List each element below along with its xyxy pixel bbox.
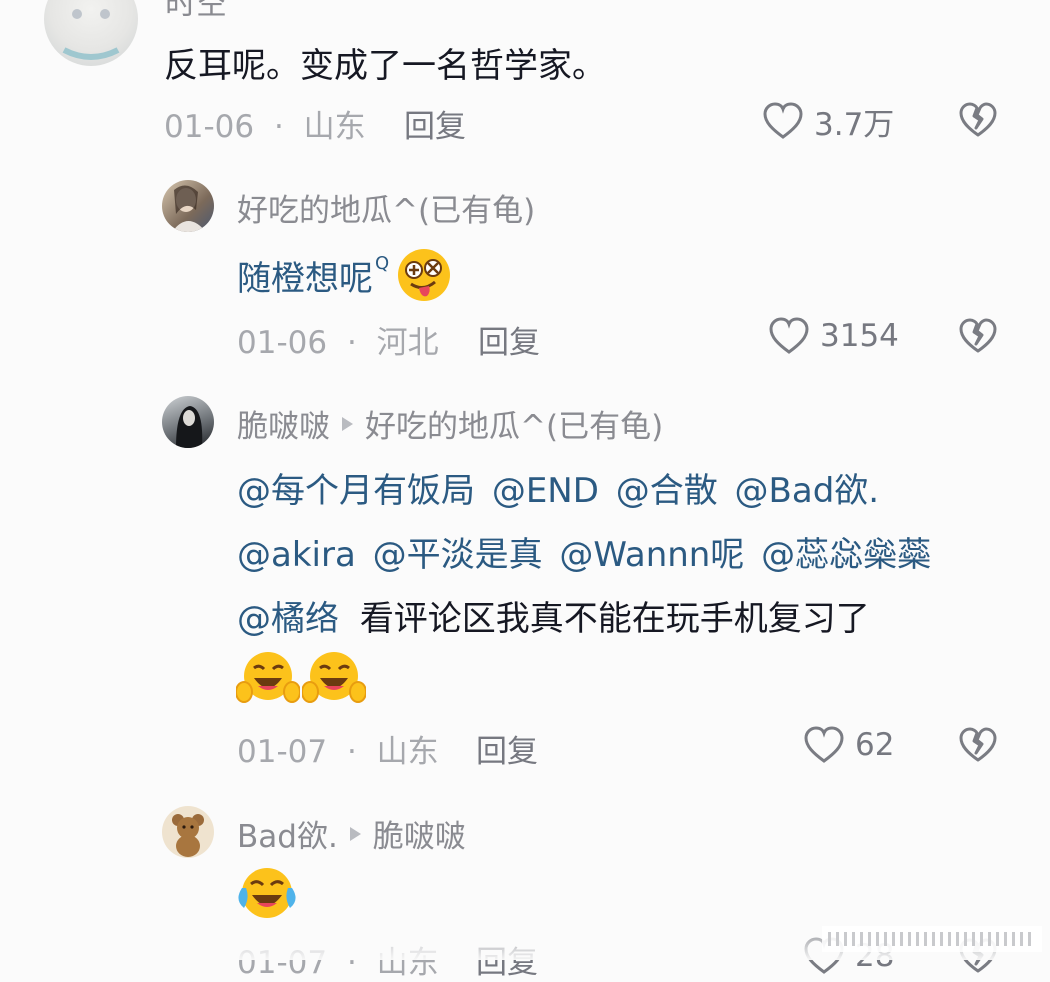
heart-icon [804, 726, 844, 763]
comment-text: 随橙想呢 [237, 258, 373, 299]
comment-text: 看评论区我真不能在玩手机复习了 [359, 599, 870, 639]
reply-button[interactable]: 回复 [476, 726, 538, 771]
comment-text: 反耳呢。变成了一名哲学家。 [164, 46, 606, 86]
dislike-icon [959, 102, 997, 137]
emoji-laugh [236, 652, 300, 703]
like-count: 3.7万 [814, 106, 895, 143]
comment-nickname[interactable]: 好吃的地瓜^(已有龟) [237, 185, 535, 230]
arrow-icon [342, 416, 353, 431]
mention-line: @每个月有饭局 @END @合散 @Bad欲. [237, 463, 879, 512]
comment-meta: 01-06 · 山东 [164, 101, 366, 146]
meta-separator: · [346, 734, 357, 770]
emoji-laugh [302, 652, 366, 703]
cat-avatar-image [62, 9, 120, 60]
teddy-avatar-image [172, 814, 204, 857]
comment-location: 河北 [376, 325, 439, 361]
meta-separator: · [273, 109, 284, 145]
mention[interactable]: @每个月有饭局 [237, 471, 475, 511]
comment-nickname[interactable]: 时空 [165, 0, 227, 23]
comment-location: 山东 [376, 734, 439, 770]
mention[interactable]: @akira [237, 535, 356, 575]
comment-location: 山东 [303, 109, 366, 145]
dislike-button[interactable] [958, 726, 998, 768]
like-button[interactable]: 62 [803, 722, 894, 768]
dislike-icon [959, 318, 997, 353]
mention[interactable]: @Wannn呢 [559, 535, 744, 575]
meta-separator: · [346, 325, 357, 361]
comment-text-line: @橘络 看评论区我真不能在玩手机复习了 [237, 591, 870, 640]
emoji-cry-laugh [238, 868, 296, 918]
dislike-icon [959, 727, 997, 762]
like-count: 3154 [820, 318, 899, 354]
dislike-button[interactable] [958, 317, 998, 359]
mention[interactable]: @平淡是真 [373, 535, 543, 575]
comment-nickname[interactable]: Bad欲. [237, 811, 338, 856]
comment-header: 脆啵啵 好吃的地瓜^(已有龟) [237, 401, 663, 446]
avatar[interactable] [162, 806, 214, 858]
reply-to-nickname[interactable]: 好吃的地瓜^(已有龟) [365, 401, 663, 446]
superscript-q: Q [375, 252, 390, 274]
comment-date: 01-06 [164, 109, 255, 145]
comment-meta: 01-06 · 河北 [237, 317, 439, 362]
like-button[interactable]: 3.7万 [762, 98, 894, 144]
mention[interactable]: @合散 [616, 471, 718, 511]
emoji-dizzy [398, 249, 451, 301]
emoji-row [236, 648, 366, 708]
watermark-dots [822, 926, 1042, 952]
mention[interactable]: @Bad欲. [735, 471, 880, 511]
reply-button[interactable]: 回复 [404, 101, 466, 146]
like-button[interactable]: 3154 [768, 313, 899, 359]
heart-icon [769, 317, 809, 354]
reply-button[interactable]: 回复 [478, 317, 540, 362]
mention[interactable]: @蕊惢橤蘂 [761, 535, 931, 575]
girl-dark-avatar-image [176, 406, 203, 448]
like-count: 62 [855, 727, 895, 763]
arrow-icon [349, 826, 361, 841]
comment-nickname[interactable]: 脆啵啵 [237, 401, 330, 446]
reply-to-nickname[interactable]: 脆啵啵 [373, 811, 466, 856]
dislike-button[interactable] [958, 101, 998, 143]
girl-avatar-image [172, 185, 206, 232]
heart-icon [763, 102, 803, 139]
mention[interactable]: @橘络 [237, 599, 339, 639]
mention[interactable]: @END [492, 471, 599, 511]
comment-date: 01-06 [237, 325, 328, 361]
comment-emoji [236, 864, 298, 922]
comment-header: Bad欲. 脆啵啵 [237, 811, 466, 856]
comment-date: 01-07 [237, 734, 328, 770]
avatar[interactable] [44, 0, 138, 66]
avatar[interactable] [162, 180, 214, 232]
mention-line: @akira @平淡是真 @Wannn呢 @蕊惢橤蘂 [237, 527, 931, 576]
comment-text-line: 随橙想呢 Q [237, 246, 453, 304]
comment-meta: 01-07 · 山东 [237, 726, 439, 771]
avatar[interactable] [162, 396, 214, 448]
